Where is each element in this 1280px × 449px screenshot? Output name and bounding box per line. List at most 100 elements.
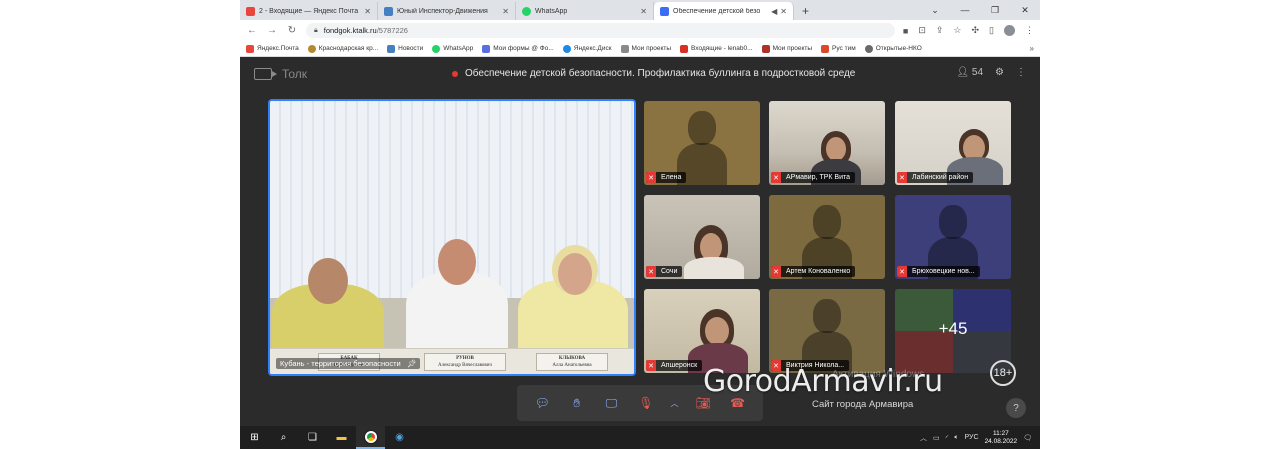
mic-off-icon: ✕	[771, 266, 781, 277]
more-participants-tile[interactable]: +45	[895, 289, 1011, 373]
network-icon[interactable]: ▭	[933, 434, 940, 442]
face	[826, 137, 846, 161]
vk-icon	[387, 44, 396, 53]
participant-tile[interactable]: ✕ Апшеронск	[644, 289, 760, 373]
participant-label: ✕ Елена	[646, 172, 687, 183]
bookmark-item[interactable]: Краснодарская кр...	[307, 44, 379, 53]
restore-icon[interactable]: ❐	[980, 5, 1010, 16]
volume-icon[interactable]: 🔈︎	[954, 434, 958, 442]
bookmark-label: Мои проекты	[772, 45, 813, 52]
chevron-up-icon[interactable]: ︿	[670, 392, 680, 414]
chat-icon[interactable]: 💬︎	[531, 392, 553, 414]
reload-icon[interactable]: ↻	[286, 25, 298, 36]
bookmark-item[interactable]: Рус тим	[821, 44, 856, 53]
video-camera-icon	[254, 68, 277, 80]
new-tab-button[interactable]: +	[794, 2, 817, 20]
participant-tile[interactable]: ✕ Сочи	[644, 195, 760, 279]
bookmark-item[interactable]: Мои проекты	[761, 44, 813, 53]
browser-tab-whatsapp[interactable]: WhatsApp ✕	[516, 2, 654, 20]
close-icon[interactable]: ✕	[364, 7, 371, 16]
tray-overflow-icon[interactable]: ︿	[920, 433, 927, 443]
yandex-mail-icon	[246, 6, 255, 16]
raise-hand-icon[interactable]: ✋︎	[566, 392, 588, 414]
mic-off-icon: ✕	[646, 172, 656, 183]
clock-time: 11:27	[992, 429, 1009, 437]
menu-kebab-icon[interactable]: ⋮	[1016, 67, 1026, 78]
participant-tile[interactable]: ✕ АРмавир, ТРК Вита	[769, 101, 885, 185]
whatsapp-icon	[522, 6, 531, 16]
participant-tile[interactable]: ✕ Артем Коноваленко	[769, 195, 885, 279]
side-panel-icon[interactable]: ▯	[989, 25, 994, 36]
bookmark-label: Рус тим	[832, 45, 856, 52]
bookmark-label: Мои проекты	[631, 45, 672, 52]
folder-icon	[620, 44, 629, 53]
close-icon[interactable]: ✕	[780, 7, 787, 16]
forward-icon[interactable]: →	[266, 25, 278, 36]
bookmark-item[interactable]: Мои проекты	[620, 44, 672, 53]
install-app-icon[interactable]: ⊡	[918, 25, 926, 36]
participant-name: Елена	[661, 174, 682, 181]
video-camera-icon	[660, 6, 669, 16]
browser-tab-mail[interactable]: 2 - Входящие — Яндекс Почта ✕	[240, 2, 378, 20]
taskbar-clock[interactable]: 11:27 24.08.2022	[985, 430, 1018, 446]
camera-in-use-icon[interactable]: ■	[903, 26, 908, 36]
participant-name: Брюховецкие нов...	[912, 268, 975, 275]
main-speaker-video[interactable]: БАБАК Юрий Юрьевич РУНОВ Александр Вячес…	[268, 99, 636, 376]
task-view-icon[interactable]: ❏	[298, 426, 327, 449]
pin-icon[interactable]: 📌︎	[407, 359, 417, 368]
notifications-icon[interactable]: 🗨︎	[1023, 434, 1032, 442]
close-icon[interactable]: ✕	[640, 7, 647, 16]
bookmark-item[interactable]: Яндекс.Диск	[562, 44, 612, 53]
close-window-icon[interactable]: ✕	[1010, 5, 1040, 16]
bookmark-item[interactable]: Входящие - lenab0...	[680, 44, 753, 53]
participant-tile[interactable]: ✕ Елена	[644, 101, 760, 185]
file-explorer-icon[interactable]: ▬	[327, 426, 356, 449]
help-button[interactable]: ?	[1006, 398, 1026, 418]
screenshot-area: 2 - Входящие — Яндекс Почта ✕ Юный Инспе…	[240, 0, 1040, 449]
bookmark-star-icon[interactable]: ☆	[953, 25, 961, 36]
recording-dot-icon	[452, 70, 458, 77]
bookmarks-more-icon[interactable]: »	[1030, 44, 1034, 53]
browser-tab-meeting[interactable]: Обеспечение детской безо ◀ ✕	[654, 2, 794, 20]
globe-app-icon[interactable]: ◉	[385, 426, 414, 449]
bookmark-item[interactable]: WhatsApp	[432, 44, 473, 53]
brand-name: Толк	[282, 67, 308, 81]
windows-start-icon[interactable]: ⊞	[240, 426, 269, 449]
app-brand[interactable]: Толк	[254, 67, 307, 81]
search-icon[interactable]: ⌕	[269, 426, 298, 449]
nameplate: РУНОВ Александр Вячеславович	[424, 353, 506, 371]
globe-icon	[864, 44, 873, 53]
minimize-icon[interactable]: —	[950, 5, 980, 15]
bookmark-item[interactable]: Яндекс.Почта	[246, 44, 299, 53]
bookmark-label: Краснодарская кр...	[318, 45, 379, 52]
profile-avatar[interactable]	[1004, 25, 1015, 36]
whatsapp-icon	[432, 44, 441, 53]
menu-kebab-icon[interactable]: ⋮	[1025, 25, 1034, 36]
browser-tab-vk[interactable]: Юный Инспектор-Движения ✕	[378, 2, 516, 20]
vk-icon	[384, 6, 393, 16]
settings-gear-icon[interactable]: ⚙	[995, 67, 1004, 78]
lock-icon[interactable]: 🔒︎	[314, 27, 318, 35]
address-bar[interactable]: 🔒︎ fondgok.ktalk.ru/5787226	[306, 23, 895, 38]
close-icon[interactable]: ✕	[502, 7, 509, 16]
participant-tile[interactable]: ✕ Лабинский район	[895, 101, 1011, 185]
back-icon[interactable]: ←	[246, 25, 258, 36]
system-tray: ︿ ▭ ◜ 🔈︎ РУС 11:27 24.08.2022 🗨︎	[920, 430, 1040, 446]
participant-name: Лабинский район	[912, 174, 969, 181]
nameplate: КЛЫКОВА Алла Анатольевна	[536, 353, 608, 371]
bookmark-item[interactable]: Новости	[387, 44, 423, 53]
chrome-icon[interactable]	[356, 426, 385, 449]
participant-tile[interactable]: ✕ Брюховецкие нов...	[895, 195, 1011, 279]
mic-off-icon[interactable]: 🎙︎	[635, 392, 657, 414]
participant-tile[interactable]: ✕ Виктрия Никола...	[769, 289, 885, 373]
wifi-icon[interactable]: ◜	[946, 434, 949, 442]
language-indicator[interactable]: РУС	[965, 434, 979, 441]
tab-search-icon[interactable]: ⌄	[920, 5, 950, 16]
bookmark-item[interactable]: Мои формы @ Фо...	[482, 44, 554, 53]
participants-button[interactable]: 👤︎ 54	[956, 67, 983, 78]
clock-date: 24.08.2022	[984, 437, 1018, 445]
screen-share-icon[interactable]: 🖵︎	[600, 392, 622, 414]
bookmark-item[interactable]: Открытые-НКО	[864, 44, 922, 53]
share-icon[interactable]: ⇪	[936, 25, 944, 36]
extensions-icon[interactable]: ✣	[972, 25, 980, 36]
